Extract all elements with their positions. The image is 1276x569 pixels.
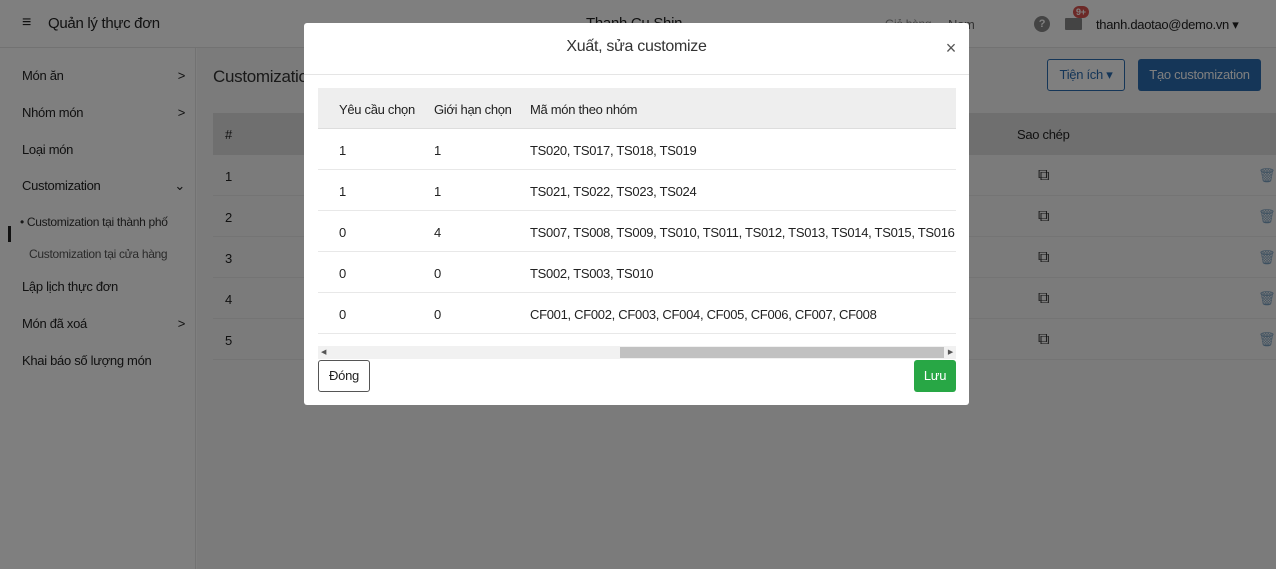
cell: 0 [434,266,441,281]
cell: TS007, TS008, TS009, TS010, TS011, TS012… [530,225,955,240]
cell: 0 [339,266,346,281]
table-row: 0 0 TS002, TS003, TS010 [318,252,956,293]
cell: 1 [434,143,441,158]
scrollbar-thumb[interactable] [620,347,944,358]
cell: 0 [339,307,346,322]
divider [304,74,969,75]
cell: TS021, TS022, TS023, TS024 [530,184,697,199]
modal-table: Yêu cầu chọn Giới hạn chọn Mã món theo n… [318,88,956,334]
cell: TS020, TS017, TS018, TS019 [530,143,697,158]
save-button[interactable]: Lưu [914,360,956,392]
cell: 1 [339,184,346,199]
export-edit-modal: Xuất, sửa customize × Yêu cầu chọn Giới … [304,23,969,405]
cell: TS002, TS003, TS010 [530,266,654,281]
horizontal-scrollbar[interactable]: ◀ ▶ [318,346,956,359]
table-row: 1 1 TS020, TS017, TS018, TS019 [318,129,956,170]
cell: 4 [434,225,441,240]
cell: 1 [339,143,346,158]
table-row: 0 0 CF001, CF002, CF003, CF004, CF005, CF0… [318,293,956,334]
close-icon[interactable]: × [946,38,957,59]
column-header: Mã món theo nhóm [530,102,638,117]
modal-table-header: Yêu cầu chọn Giới hạn chọn Mã món theo n… [318,88,956,129]
cell: 0 [339,225,346,240]
close-button[interactable]: Đóng [318,360,370,392]
cell: CF001, CF002, CF003, CF004, CF005, CF006… [530,307,877,322]
column-header: Yêu cầu chọn [339,102,415,117]
cell: 0 [434,307,441,322]
table-row: 1 1 TS021, TS022, TS023, TS024 [318,170,956,211]
scroll-right-arrow[interactable]: ▶ [948,346,953,359]
column-header: Giới hạn chọn [434,102,512,117]
scroll-left-arrow[interactable]: ◀ [321,346,326,359]
table-row: 0 4 TS007, TS008, TS009, TS010, TS011, TS0… [318,211,956,252]
cell: 1 [434,184,441,199]
modal-title: Xuất, sửa customize [566,38,707,55]
